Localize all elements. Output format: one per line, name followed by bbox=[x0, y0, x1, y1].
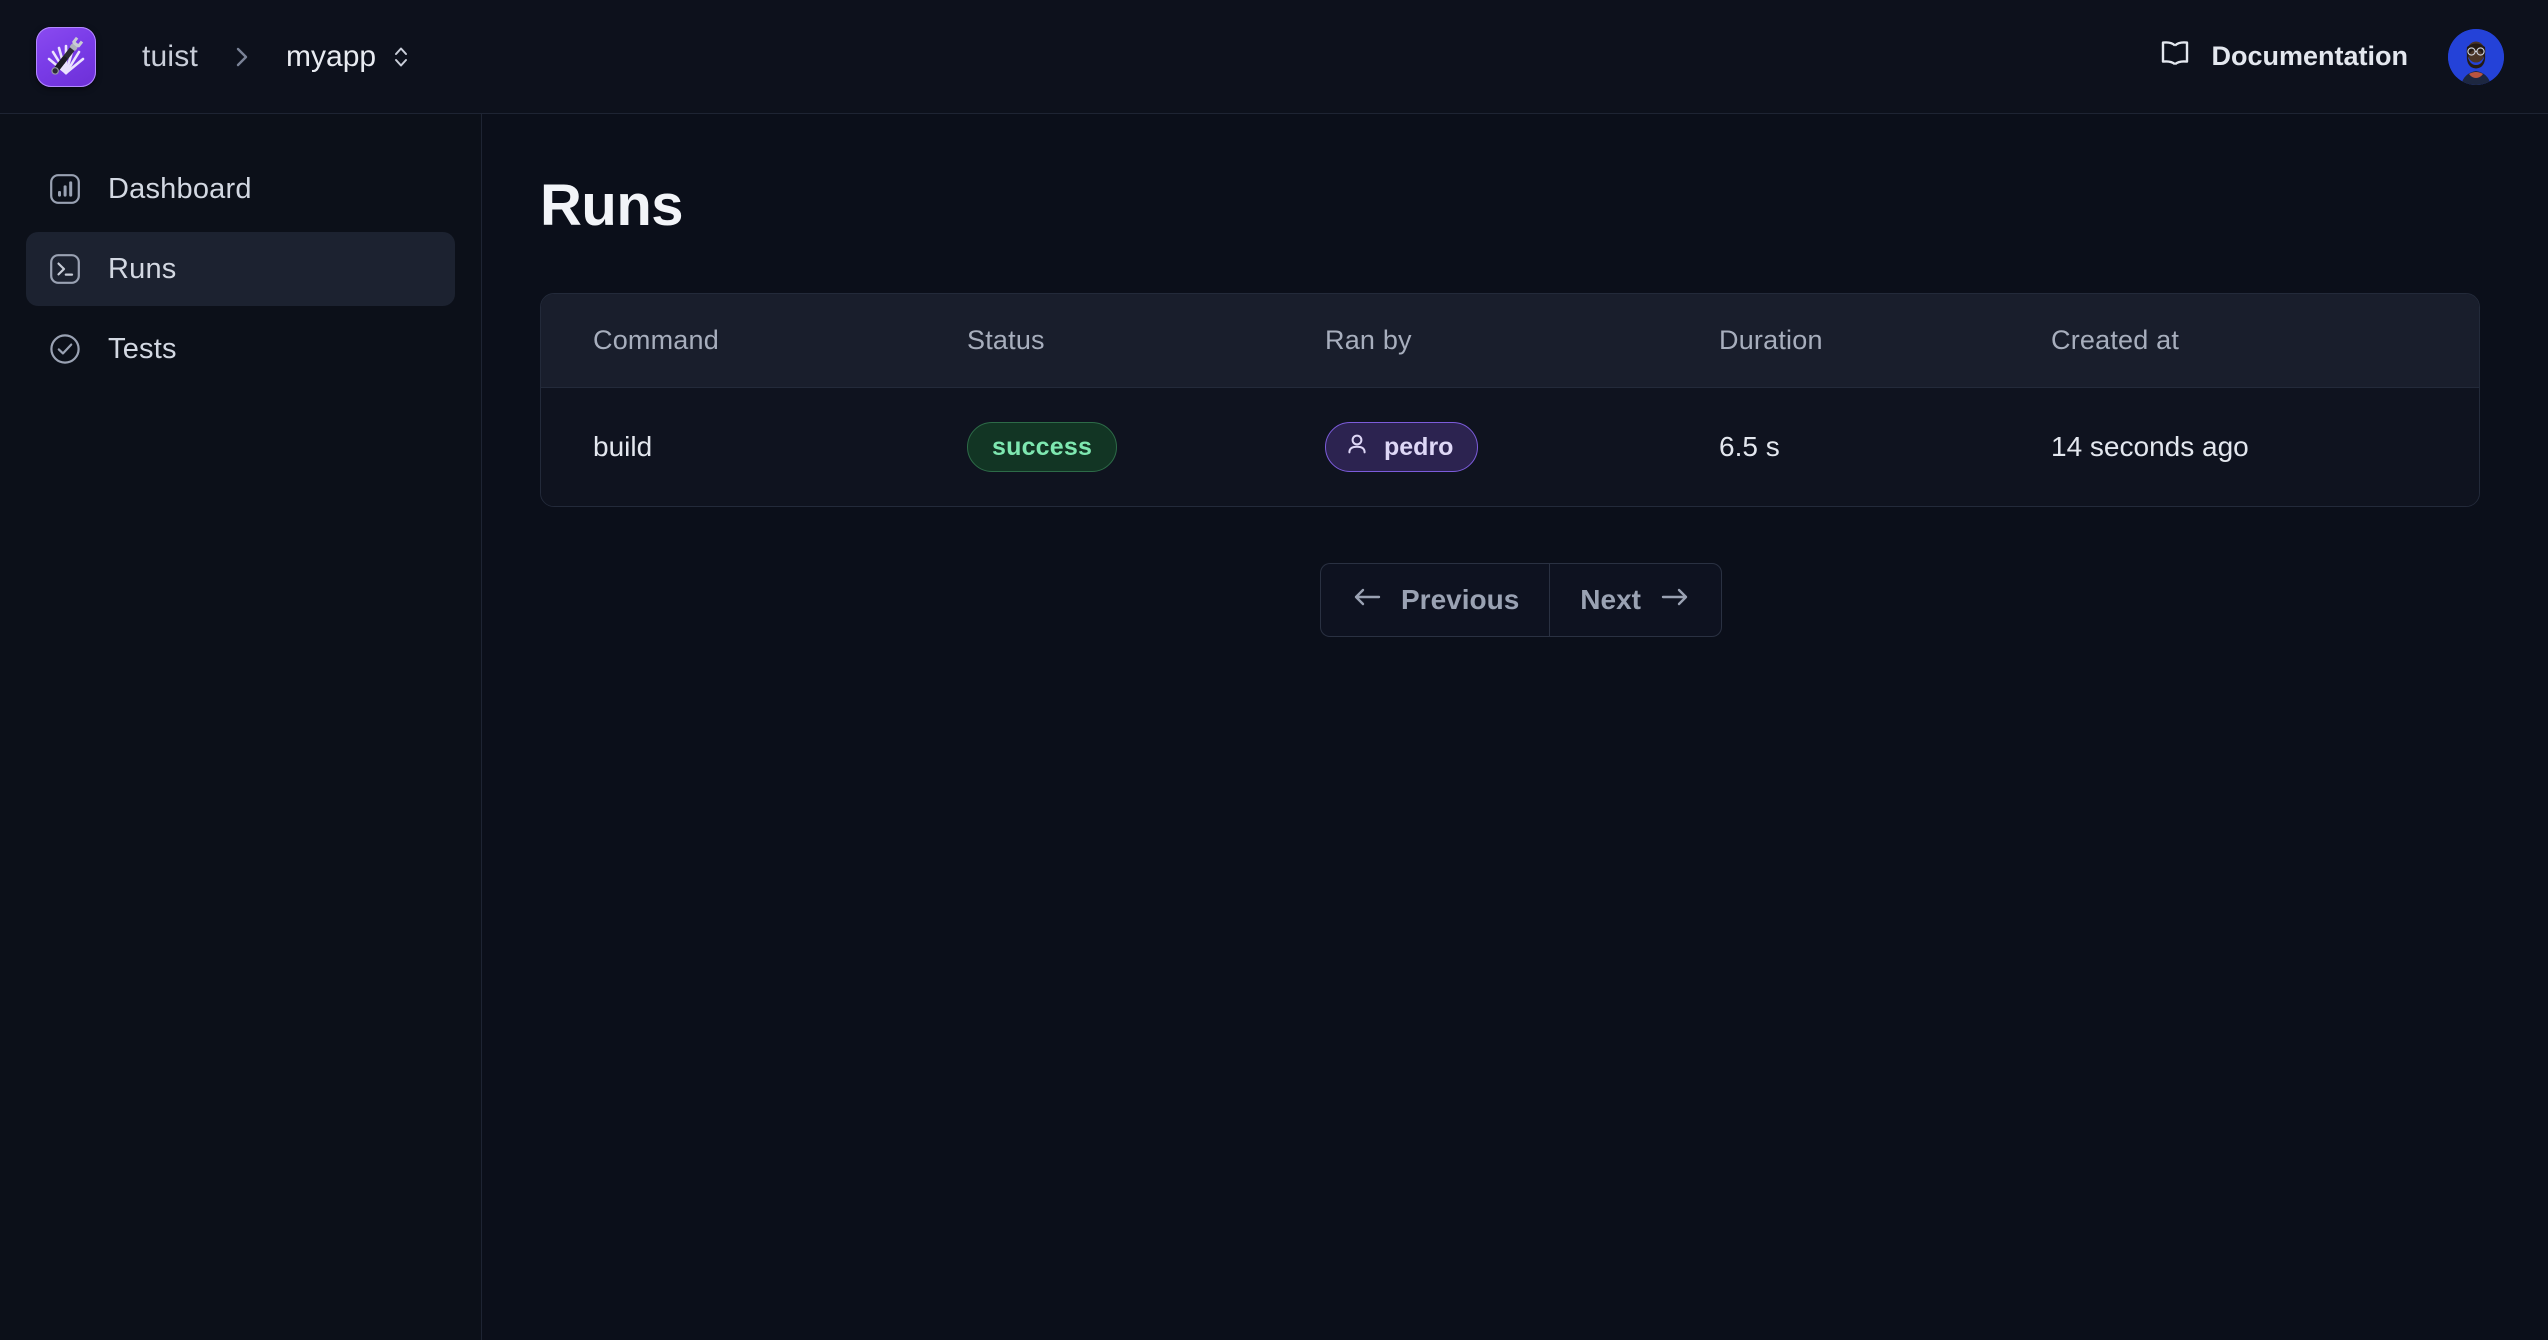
sidebar: Dashboard Runs Tests bbox=[0, 114, 482, 1340]
previous-page-label: Previous bbox=[1401, 584, 1520, 615]
cell-duration: 6.5 s bbox=[1719, 431, 1780, 462]
next-page-label: Next bbox=[1580, 584, 1641, 615]
page-title: Runs bbox=[540, 173, 684, 238]
cell-created-at: 14 seconds ago bbox=[2051, 431, 2249, 462]
breadcrumb-project-selector[interactable]: myapp bbox=[286, 40, 410, 74]
documentation-label: Documentation bbox=[2211, 41, 2408, 71]
sidebar-item-tests[interactable]: Tests bbox=[26, 312, 455, 386]
bar-chart-square-icon bbox=[48, 172, 82, 206]
runs-table: Command Status Ran by Duration Created a… bbox=[540, 293, 2480, 507]
table-header-row: Command Status Ran by Duration Created a… bbox=[541, 294, 2479, 388]
table-row[interactable]: build success pedro 6.5 s 14 seconds ago bbox=[541, 388, 2479, 506]
breadcrumb: tuist myapp bbox=[142, 40, 410, 74]
cell-ran-by: pedro bbox=[1325, 422, 1719, 472]
top-bar-actions: Documentation bbox=[2157, 28, 2512, 85]
ran-by-chip[interactable]: pedro bbox=[1325, 422, 1479, 472]
sidebar-item-dashboard[interactable]: Dashboard bbox=[26, 152, 455, 226]
pagination: Previous Next bbox=[1320, 563, 2490, 637]
chevron-up-down-icon bbox=[392, 43, 410, 71]
column-header-created-at: Created at bbox=[2051, 325, 2180, 355]
terminal-square-icon bbox=[48, 252, 82, 286]
breadcrumb-project-label: myapp bbox=[286, 39, 377, 73]
column-header-ran-by: Ran by bbox=[1325, 325, 1412, 355]
breadcrumb-separator-icon bbox=[232, 42, 252, 72]
avatar[interactable] bbox=[2448, 28, 2504, 85]
circle-check-icon bbox=[48, 332, 82, 366]
ran-by-label: pedro bbox=[1384, 432, 1454, 461]
previous-page-button[interactable]: Previous bbox=[1320, 563, 1550, 637]
sidebar-item-tests-label: Tests bbox=[108, 332, 177, 365]
status-badge: success bbox=[967, 422, 1118, 472]
documentation-link[interactable]: Documentation bbox=[2157, 38, 2408, 75]
column-header-command: Command bbox=[593, 325, 719, 355]
arrow-right-icon bbox=[1659, 584, 1691, 617]
breadcrumb-account[interactable]: tuist bbox=[142, 40, 198, 74]
column-header-duration: Duration bbox=[1719, 325, 1823, 355]
cell-status: success bbox=[967, 422, 1325, 472]
sidebar-item-runs-label: Runs bbox=[108, 252, 177, 285]
sidebar-item-runs[interactable]: Runs bbox=[26, 232, 455, 306]
user-icon bbox=[1344, 431, 1370, 464]
cell-command: build bbox=[593, 431, 653, 462]
next-page-button[interactable]: Next bbox=[1549, 563, 1722, 637]
sidebar-item-dashboard-label: Dashboard bbox=[108, 172, 252, 205]
main-content: Runs Command Status Ran by Duration Crea… bbox=[482, 114, 2548, 1340]
tuist-wrench-logo-icon[interactable] bbox=[36, 26, 96, 87]
column-header-status: Status bbox=[967, 325, 1045, 355]
top-bar: tuist myapp Documentation bbox=[0, 0, 2548, 114]
arrow-left-icon bbox=[1351, 584, 1383, 617]
book-icon bbox=[2157, 38, 2193, 75]
